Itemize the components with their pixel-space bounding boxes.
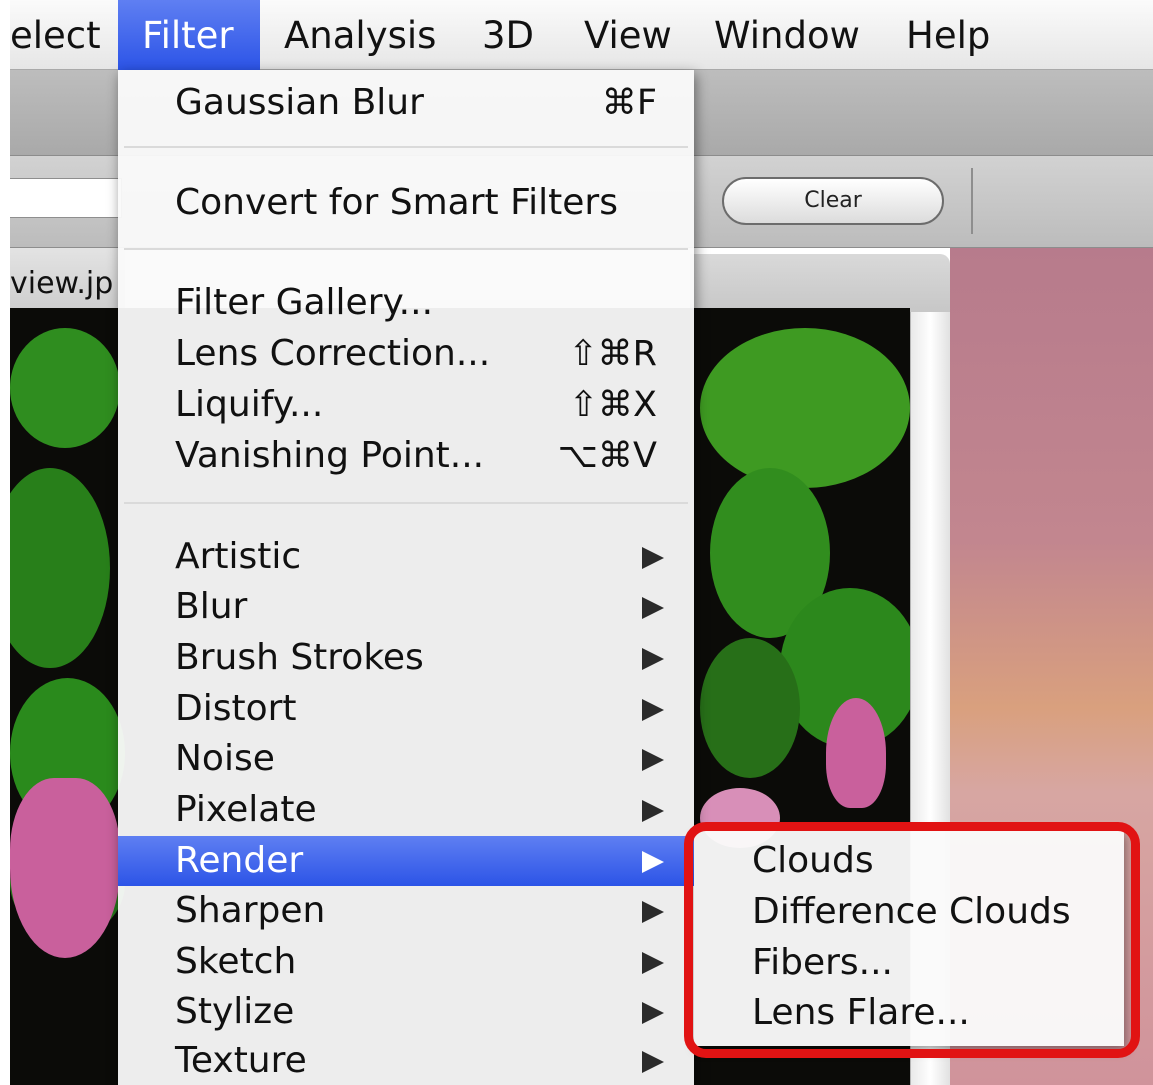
menu-item-sharpen[interactable]: Sharpen bbox=[118, 886, 694, 936]
toolbar-text-field[interactable] bbox=[10, 178, 122, 218]
triangle-right-icon bbox=[642, 1051, 664, 1073]
menu-item-label: Artistic bbox=[175, 536, 302, 577]
menu-item-label: Pixelate bbox=[175, 789, 317, 830]
triangle-right-icon bbox=[642, 749, 664, 771]
clear-button[interactable]: Clear bbox=[722, 177, 944, 225]
menu-item-liquify[interactable]: Liquify... ⇧⌘X bbox=[118, 380, 694, 430]
menu-item-shortcut: ⌘F bbox=[601, 83, 657, 123]
menu-select[interactable]: elect bbox=[10, 0, 101, 70]
menu-item-texture[interactable]: Texture bbox=[118, 1036, 694, 1085]
menu-item-label: Liquify... bbox=[175, 384, 324, 425]
menu-item-shortcut: ⇧⌘R bbox=[568, 334, 657, 374]
menu-filter[interactable]: Filter bbox=[118, 0, 260, 70]
document-tab[interactable]: view.jp bbox=[10, 248, 125, 308]
menu-analysis[interactable]: Analysis bbox=[284, 0, 436, 70]
triangle-right-icon bbox=[642, 800, 664, 822]
menu-help[interactable]: Help bbox=[906, 0, 990, 70]
annotation-highlight-box bbox=[684, 822, 1140, 1058]
toolbar-divider bbox=[971, 168, 973, 234]
menu-item-artistic[interactable]: Artistic bbox=[118, 532, 694, 582]
menu-item-pixelate[interactable]: Pixelate bbox=[118, 785, 694, 835]
menu-item-noise[interactable]: Noise bbox=[118, 734, 694, 784]
menu-item-sketch[interactable]: Sketch bbox=[118, 937, 694, 987]
menu-item-label: Brush Strokes bbox=[175, 637, 424, 678]
water-lily-bud-image bbox=[826, 698, 886, 808]
menu-item-blur[interactable]: Blur bbox=[118, 582, 694, 632]
menu-item-filter-gallery[interactable]: Filter Gallery... bbox=[118, 278, 694, 328]
menu-item-distort[interactable]: Distort bbox=[118, 684, 694, 734]
menu-item-label: Distort bbox=[175, 688, 297, 729]
lily-pad-image bbox=[10, 468, 110, 668]
menu-item-label: Convert for Smart Filters bbox=[175, 182, 618, 223]
menu-item-shortcut: ⌥⌘V bbox=[557, 436, 657, 476]
lily-pad-image bbox=[700, 328, 910, 488]
lily-pad-image bbox=[10, 328, 120, 448]
document-title-bar bbox=[690, 254, 950, 312]
triangle-right-icon bbox=[642, 952, 664, 974]
menu-item-render[interactable]: Render bbox=[118, 836, 694, 886]
menu-separator bbox=[124, 502, 688, 504]
triangle-right-icon bbox=[642, 901, 664, 923]
menu-item-vanishing-point[interactable]: Vanishing Point... ⌥⌘V bbox=[118, 431, 694, 481]
filter-menu: Gaussian Blur ⌘F Convert for Smart Filte… bbox=[118, 70, 694, 1085]
menu-window[interactable]: Window bbox=[714, 0, 860, 70]
menu-item-label: Lens Correction... bbox=[175, 333, 491, 374]
triangle-right-icon bbox=[642, 1002, 664, 1024]
triangle-right-icon bbox=[642, 597, 664, 619]
menu-item-shortcut: ⇧⌘X bbox=[568, 385, 657, 425]
menu-separator bbox=[124, 248, 688, 250]
menu-item-label: Blur bbox=[175, 586, 248, 627]
menu-item-gaussian-blur[interactable]: Gaussian Blur ⌘F bbox=[118, 78, 694, 128]
menu-item-lens-correction[interactable]: Lens Correction... ⇧⌘R bbox=[118, 329, 694, 379]
menu-item-label: Vanishing Point... bbox=[175, 435, 485, 476]
menu-item-stylize[interactable]: Stylize bbox=[118, 987, 694, 1037]
menu-item-label: Render bbox=[175, 840, 304, 881]
triangle-right-icon bbox=[642, 547, 664, 569]
menu-bar: elect Filter Analysis 3D View Window Hel… bbox=[10, 0, 1153, 70]
water-lily-image bbox=[10, 778, 120, 958]
menu-item-label: Noise bbox=[175, 738, 275, 779]
menu-item-label: Gaussian Blur bbox=[175, 82, 424, 123]
triangle-right-icon bbox=[642, 648, 664, 670]
lily-pad-image bbox=[700, 638, 800, 778]
menu-view[interactable]: View bbox=[584, 0, 672, 70]
menu-3d[interactable]: 3D bbox=[482, 0, 534, 70]
menu-item-label: Stylize bbox=[175, 991, 295, 1032]
menu-item-label: Sketch bbox=[175, 941, 297, 982]
triangle-right-icon bbox=[642, 699, 664, 721]
menu-item-label: Filter Gallery... bbox=[175, 282, 434, 323]
menu-separator bbox=[124, 146, 688, 148]
menu-item-label: Texture bbox=[175, 1040, 307, 1081]
triangle-right-icon bbox=[642, 851, 664, 873]
menu-item-convert-smart-filters[interactable]: Convert for Smart Filters bbox=[118, 178, 694, 228]
menu-item-brush-strokes[interactable]: Brush Strokes bbox=[118, 633, 694, 683]
menu-item-label: Sharpen bbox=[175, 890, 326, 931]
